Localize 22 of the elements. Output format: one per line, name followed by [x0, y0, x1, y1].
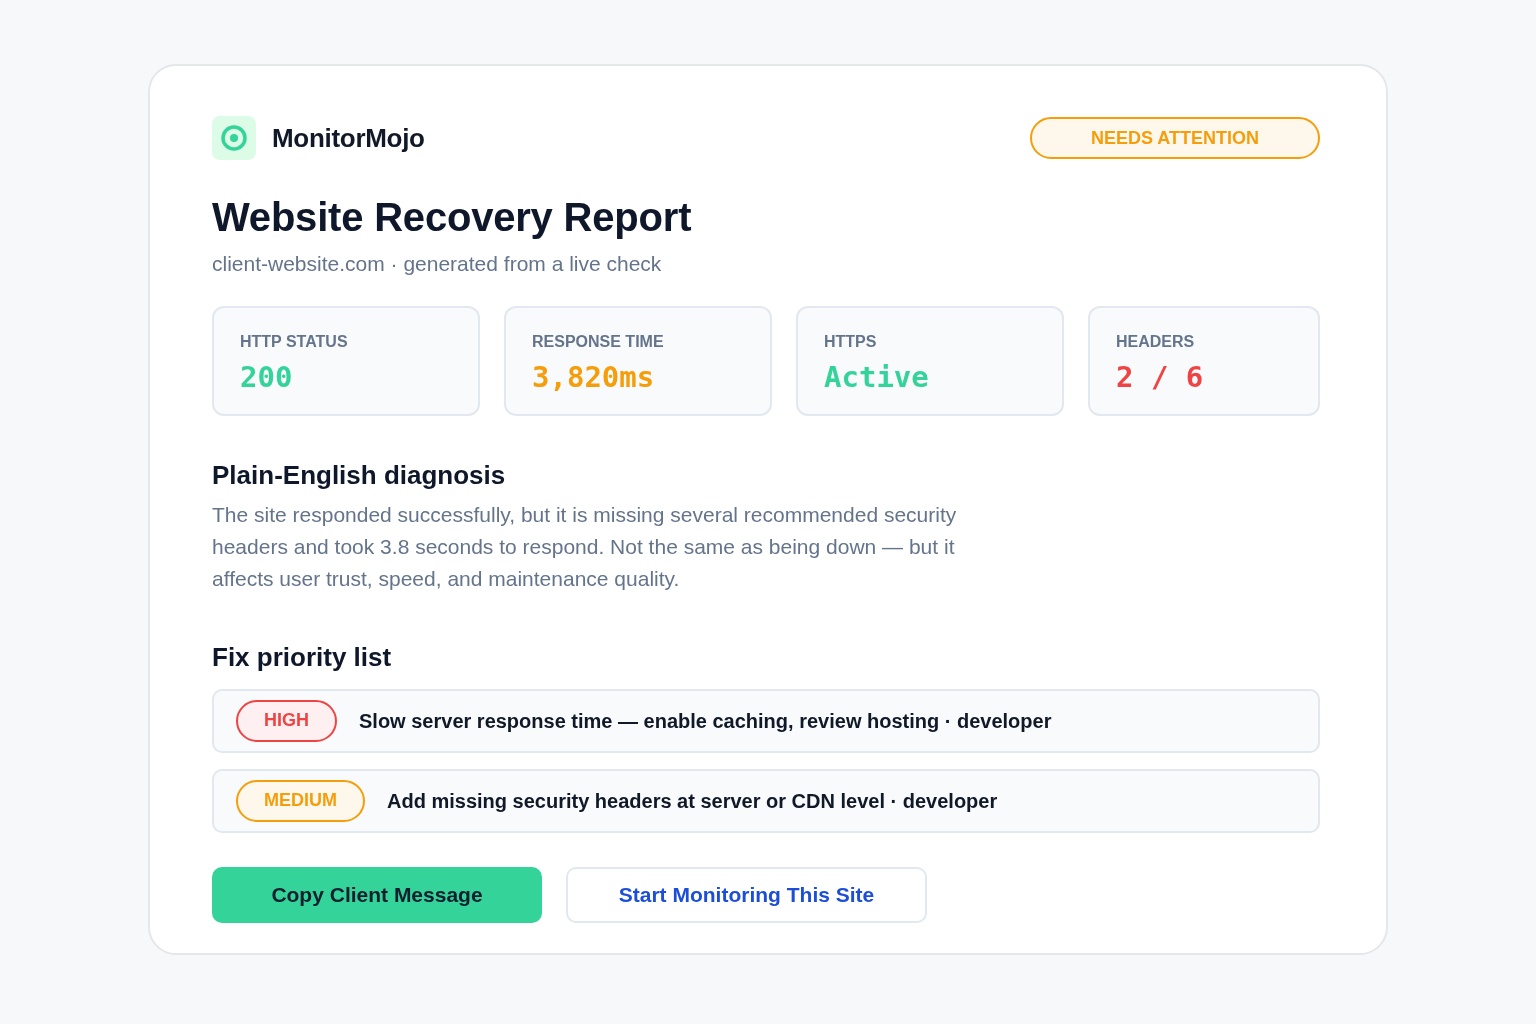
metric-label: HTTP STATUS — [240, 331, 349, 351]
metric-label: HTTPS — [824, 331, 878, 351]
diagnosis-text: The site responded successfully, but it is missing several recommended security headers and took 3.8 seconds to respond. Not the same as being down — but it affects user trust, speed, and maintenance quality. — [212, 501, 958, 592]
priority-text: Slow server response time — enable caching, review hosting · developer — [359, 708, 1052, 734]
report-title: Website Recovery Report — [212, 194, 693, 240]
metric-value: 3,820ms — [532, 359, 656, 395]
section-heading: Fix priority list — [212, 641, 393, 673]
target-logo-icon — [212, 116, 256, 160]
start-monitoring-button[interactable]: Start Monitoring This Site — [566, 866, 927, 923]
copy-message-button[interactable]: Copy Client Message — [212, 866, 542, 923]
metric-label: RESPONSE TIME — [532, 331, 665, 351]
report-subtitle: client-website.com · generated from a live check — [212, 251, 663, 277]
metric-value: 200 — [240, 359, 294, 395]
priority-badge: MEDIUM — [236, 779, 365, 822]
metric-label: HEADERS — [1116, 331, 1196, 351]
priority-text: Add missing security headers at server or CDN level · developer — [387, 788, 998, 814]
section-heading: Plain-English diagnosis — [212, 459, 507, 491]
status-pill: NEEDS ATTENTION — [1030, 117, 1320, 159]
metric-value: Active — [824, 359, 930, 395]
metric-value: 2 / 6 — [1116, 359, 1205, 395]
priority-badge: HIGH — [236, 699, 337, 742]
brand-name: MonitorMojo — [272, 121, 425, 155]
